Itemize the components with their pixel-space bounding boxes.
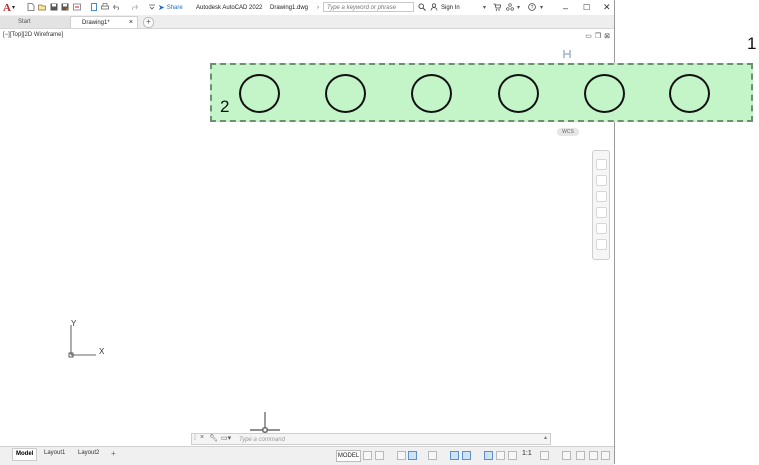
viewport-restore-icon[interactable]: ❐ bbox=[595, 32, 601, 40]
tab-label: Start bbox=[18, 19, 31, 25]
open-folder-icon[interactable] bbox=[38, 3, 46, 11]
model-space-button[interactable]: MODEL bbox=[336, 450, 361, 462]
object-snap-tracking-icon[interactable] bbox=[450, 451, 459, 460]
app-menu-button[interactable]: A ▾ bbox=[3, 1, 15, 14]
layout-tab-layout2[interactable]: Layout2 bbox=[75, 448, 102, 459]
viewcube-compass-icon[interactable] bbox=[562, 49, 572, 59]
isodraft-icon[interactable] bbox=[428, 451, 437, 460]
navigation-bar bbox=[592, 150, 610, 260]
plot-printer-icon[interactable] bbox=[101, 3, 109, 11]
help-icon[interactable]: ? bbox=[528, 3, 536, 11]
tab-start[interactable]: Start bbox=[0, 16, 70, 28]
grip-icon[interactable]: ⁞ bbox=[194, 435, 196, 442]
snap-mode-icon[interactable] bbox=[375, 451, 384, 460]
orbit-icon[interactable] bbox=[596, 207, 607, 218]
circle[interactable] bbox=[584, 74, 625, 113]
sign-in-dropdown-icon[interactable]: ▾ bbox=[483, 2, 486, 13]
annotation-scale-icon[interactable] bbox=[508, 451, 517, 460]
help-dropdown-icon[interactable]: ▾ bbox=[540, 2, 543, 13]
chevron-right-icon[interactable]: › bbox=[317, 2, 319, 13]
svg-text:?: ? bbox=[531, 5, 534, 11]
title-bar: A ▾ ➤ Share Autodesk AutoCAD 2022 Drawin… bbox=[0, 0, 614, 16]
selection-region[interactable] bbox=[210, 63, 753, 122]
circle[interactable] bbox=[325, 74, 366, 113]
undo-icon[interactable] bbox=[113, 3, 121, 11]
close-cmd-icon[interactable]: × bbox=[200, 434, 204, 441]
share-label: Share bbox=[166, 4, 183, 11]
recent-commands-icon[interactable]: ▭▾ bbox=[221, 434, 231, 442]
autocad-logo-icon: A bbox=[3, 1, 11, 14]
object-snap-icon[interactable] bbox=[462, 451, 471, 460]
navbar-options-icon[interactable] bbox=[596, 239, 607, 250]
wcs-menu[interactable]: WCS bbox=[557, 128, 579, 136]
tab-label: Drawing1* bbox=[82, 20, 110, 26]
open-web-icon[interactable] bbox=[73, 3, 81, 11]
workspace-gear-icon[interactable] bbox=[540, 451, 549, 460]
user-icon[interactable] bbox=[430, 3, 438, 11]
grid-icon[interactable] bbox=[363, 451, 372, 460]
connect-dropdown-icon[interactable]: ▾ bbox=[517, 2, 520, 13]
file-title: Drawing1.dwg bbox=[270, 4, 309, 11]
file-tab-bar: Start Drawing1* × + bbox=[0, 15, 614, 29]
annotation-marker-2: 2 bbox=[220, 97, 230, 116]
pan-icon[interactable] bbox=[596, 175, 607, 186]
tab-drawing1[interactable]: Drawing1* × bbox=[70, 16, 138, 28]
viewport-close-icon[interactable]: ⊠ bbox=[604, 32, 610, 40]
customize-qat-icon[interactable] bbox=[148, 3, 156, 11]
share-arrow-icon: ➤ bbox=[158, 3, 165, 12]
chevron-down-icon: ▾ bbox=[11, 5, 15, 11]
search-icon[interactable] bbox=[418, 3, 426, 11]
zoom-extents-icon[interactable] bbox=[596, 191, 607, 202]
ucs-x-label: X bbox=[99, 347, 105, 356]
showmotion-icon[interactable] bbox=[596, 223, 607, 234]
steering-wheel-icon[interactable] bbox=[596, 159, 607, 170]
polar-tracking-icon[interactable] bbox=[408, 451, 417, 460]
auto-scale-icon[interactable] bbox=[496, 451, 505, 460]
save-as-icon[interactable] bbox=[61, 3, 69, 11]
new-file-icon[interactable] bbox=[27, 3, 35, 11]
layout-tab-model[interactable]: Model bbox=[12, 448, 38, 461]
cmd-history-up-icon[interactable]: ▴ bbox=[544, 434, 547, 441]
ortho-icon[interactable] bbox=[397, 451, 406, 460]
a360-connect-icon[interactable] bbox=[506, 3, 514, 11]
close-window-icon[interactable]: ✕ bbox=[603, 2, 611, 13]
fullscreen-icon[interactable] bbox=[589, 451, 598, 460]
annotation-marker-1: 1 bbox=[747, 34, 757, 53]
viewport-window-controls: ▭ ❐ ⊠ bbox=[585, 32, 610, 40]
ucs-y-label: Y bbox=[71, 319, 77, 328]
app-title: Autodesk AutoCAD 2022 bbox=[196, 4, 263, 11]
minimize-icon[interactable]: – bbox=[563, 2, 568, 13]
cart-icon[interactable] bbox=[493, 3, 501, 11]
annotation-monitor-icon[interactable] bbox=[562, 451, 571, 460]
layout-tab-layout1[interactable]: Layout1 bbox=[41, 448, 68, 459]
customization-menu-icon[interactable] bbox=[601, 451, 610, 460]
command-line: ⁞ × 🔧︎ ▭▾ Type a command ▴ bbox=[191, 433, 551, 445]
new-tab-button[interactable]: + bbox=[143, 17, 154, 28]
viewport-controls-label[interactable]: [−][Top][2D Wireframe] bbox=[3, 32, 63, 38]
command-input[interactable]: Type a command bbox=[239, 435, 285, 445]
sign-in-button[interactable]: Sign In bbox=[441, 2, 460, 13]
customize-cmd-icon[interactable]: 🔧︎ bbox=[209, 434, 218, 442]
circle[interactable] bbox=[498, 74, 539, 113]
circle[interactable] bbox=[239, 74, 280, 113]
status-bar: Model Layout1 Layout2 + MODEL 1:1 bbox=[0, 446, 614, 465]
save-icon[interactable] bbox=[50, 3, 58, 11]
annotation-visibility-icon[interactable] bbox=[484, 451, 493, 460]
close-tab-icon[interactable]: × bbox=[129, 17, 133, 29]
help-search-input[interactable]: Type a keyword or phrase bbox=[323, 2, 414, 12]
redo-icon[interactable] bbox=[130, 3, 138, 11]
maximize-icon[interactable]: ☐ bbox=[583, 2, 590, 13]
add-layout-icon[interactable]: + bbox=[108, 448, 119, 459]
ucs-icon bbox=[68, 325, 96, 358]
save-web-icon[interactable] bbox=[90, 3, 98, 11]
units-icon[interactable] bbox=[576, 451, 585, 460]
circle[interactable] bbox=[411, 74, 452, 113]
annotation-scale-value[interactable]: 1:1 bbox=[522, 450, 532, 457]
circle[interactable] bbox=[669, 74, 710, 113]
viewport-minimize-icon[interactable]: ▭ bbox=[585, 32, 592, 40]
share-button[interactable]: ➤ Share bbox=[158, 2, 183, 13]
crosshair-cursor bbox=[250, 412, 280, 434]
